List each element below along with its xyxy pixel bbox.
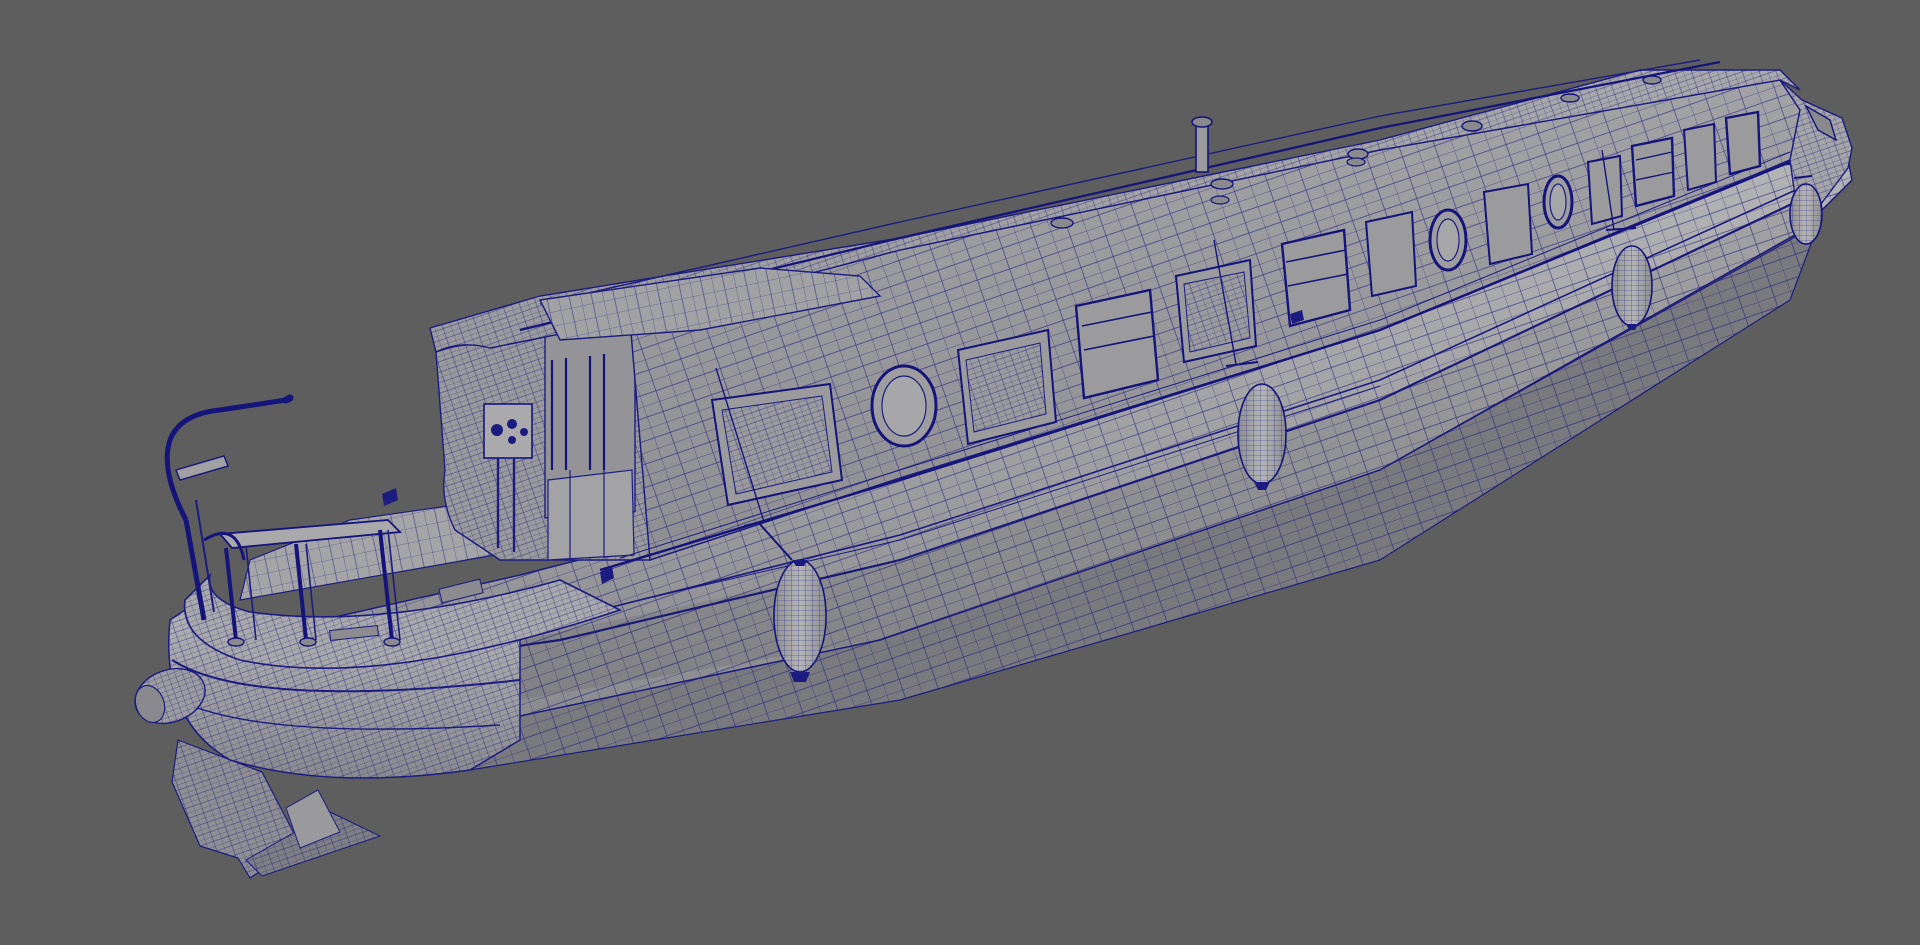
porthole bbox=[870, 364, 938, 448]
window bbox=[1364, 210, 1418, 298]
window bbox=[1724, 110, 1762, 176]
window bbox=[1630, 136, 1676, 208]
window bbox=[1682, 122, 1718, 192]
porthole bbox=[1428, 208, 1468, 272]
window bbox=[1174, 258, 1258, 364]
window bbox=[1280, 228, 1352, 328]
window bbox=[1482, 182, 1534, 266]
viewport-canvas[interactable] bbox=[0, 0, 1920, 945]
porthole bbox=[1542, 174, 1574, 230]
window bbox=[1074, 288, 1160, 400]
3d-viewport[interactable] bbox=[0, 0, 1920, 945]
cabin-rear-bulkhead bbox=[435, 310, 651, 561]
